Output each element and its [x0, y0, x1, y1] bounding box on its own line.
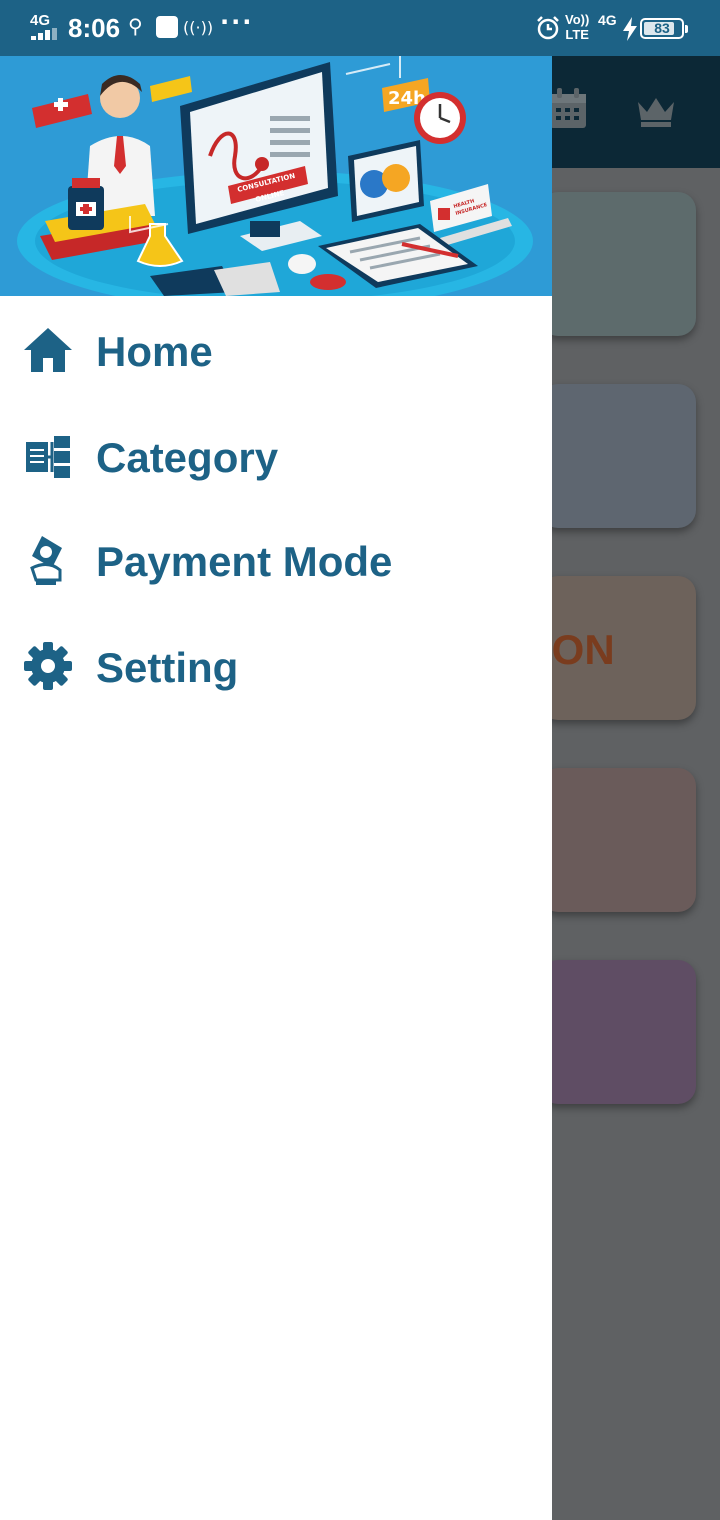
category-icon [26, 436, 70, 478]
battery-icon: 83 [640, 18, 688, 39]
background-card-2[interactable] [540, 384, 696, 528]
crown-icon[interactable] [636, 94, 676, 128]
background-card-5[interactable] [540, 960, 696, 1104]
status-time: 8:06 [68, 13, 121, 43]
network-type-left: 4G [30, 12, 51, 29]
usb-icon: ⚲ [128, 14, 143, 38]
battery-percent: 83 [654, 20, 670, 36]
menu-item-home[interactable]: Home [0, 298, 552, 402]
menu-item-category[interactable]: Category [0, 404, 552, 508]
menu-label-payment-mode: Payment Mode [96, 538, 393, 585]
medical-illustration: CONSULTATION ONLINE 24h HEALTH INSURANCE [17, 56, 533, 296]
payment-icon [30, 536, 62, 585]
menu-item-setting[interactable]: Setting [0, 614, 552, 718]
menu-label-category: Category [96, 434, 279, 481]
network-type-right: 4G [598, 12, 617, 28]
charging-icon [623, 17, 637, 41]
gear-icon [24, 642, 72, 690]
signal-icon [31, 28, 61, 40]
menu-label-home: Home [96, 328, 213, 375]
background-card-4[interactable] [540, 768, 696, 912]
volte-indicator: Vo)) LTE [565, 12, 590, 42]
usb-debug-icon [156, 16, 178, 38]
drawer-header-banner: CONSULTATION ONLINE 24h HEALTH INSURANCE [0, 56, 552, 296]
home-icon [24, 328, 72, 372]
background-card-1[interactable] [540, 192, 696, 336]
alarm-icon [537, 16, 559, 40]
menu-item-payment-mode[interactable]: Payment Mode [0, 508, 552, 612]
navigation-drawer: CONSULTATION ONLINE 24h HEALTH INSURANCE… [0, 56, 552, 1520]
menu-label-setting: Setting [96, 644, 239, 691]
hotspot-icon: ((·)) [183, 18, 214, 37]
more-notifications-icon: ··· [220, 8, 254, 36]
calendar-icon[interactable] [548, 88, 588, 132]
status-bar: 4G 8:06 ⚲ ((·)) ··· Vo)) LTE 4G 83 [0, 0, 720, 56]
